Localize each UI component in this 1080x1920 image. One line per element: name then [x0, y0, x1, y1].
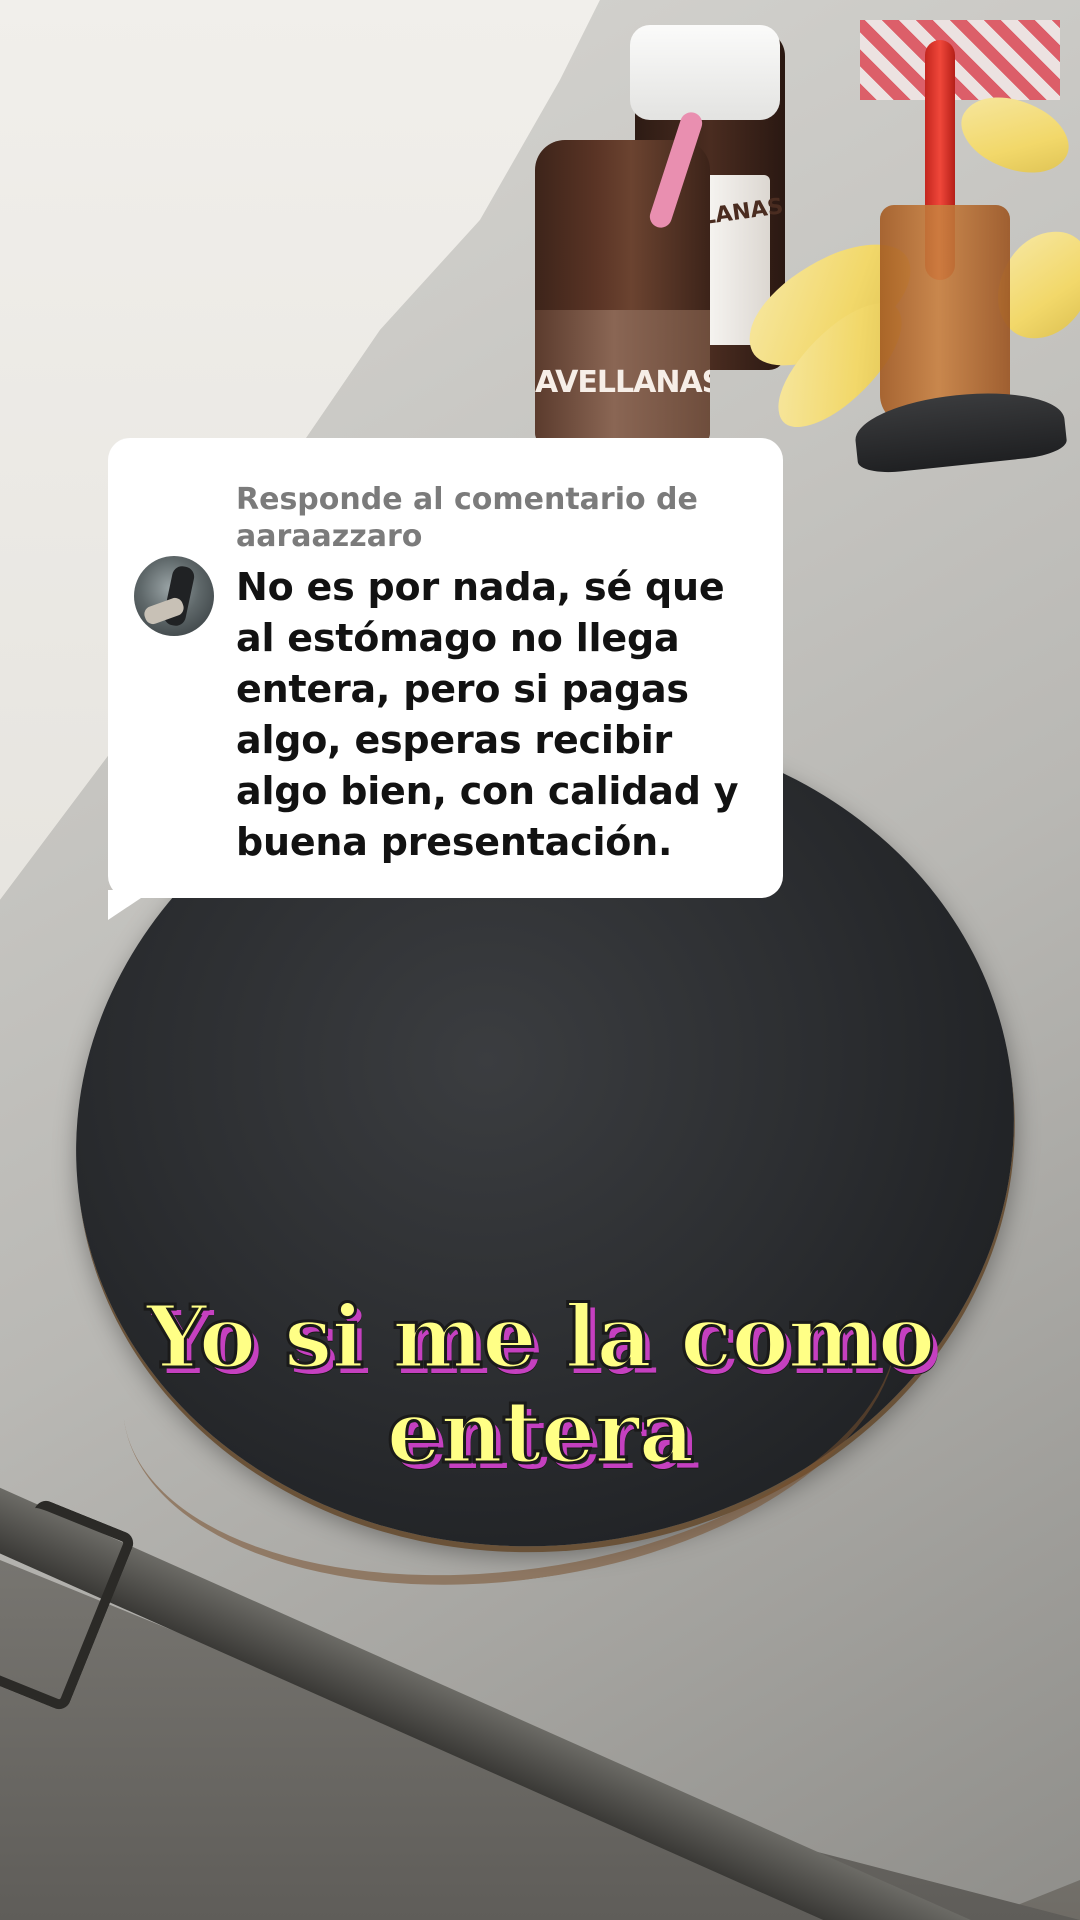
checkered-paper	[860, 20, 1060, 100]
jar-front-label-text: AVELLANAS	[535, 365, 710, 400]
jar-front-label: AVELLANAS	[535, 310, 710, 450]
reply-header-prefix: Responde al comentario de	[236, 482, 698, 517]
caramel-cup	[880, 205, 1010, 425]
video-caption: Yo si me la como entera	[0, 1287, 1080, 1483]
comment-reply-sticker[interactable]: Responde al comentario de aaraazzaro No …	[108, 438, 783, 898]
commenter-avatar[interactable]	[134, 556, 214, 636]
hazelnut-jar-front: AVELLANAS	[535, 140, 710, 450]
video-frame[interactable]: AVELLANAS AVELLANAS Responde al comentar…	[0, 0, 1080, 1920]
caption-line-1: Yo si me la como	[144, 1287, 936, 1388]
reply-header: Responde al comentario de aaraazzaro	[236, 481, 756, 555]
caption-line-2: entera	[385, 1382, 696, 1483]
reply-username[interactable]: aaraazzaro	[236, 518, 756, 555]
comment-text: No es por nada, sé que al estómago no ll…	[236, 565, 739, 864]
jar-lid	[630, 25, 780, 120]
